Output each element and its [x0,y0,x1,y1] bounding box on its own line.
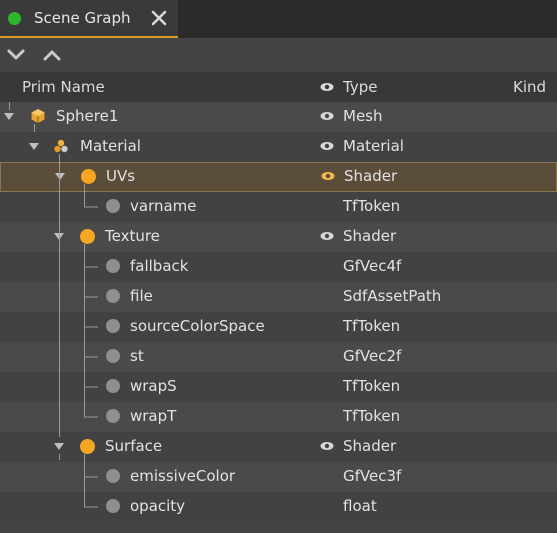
attribute-icon [106,499,120,513]
prim-type: TfToken [343,317,401,335]
column-kind[interactable]: Kind [513,78,546,96]
visibility-eye-icon[interactable] [320,141,334,151]
prim-name: file [130,287,153,305]
attribute-icon [106,379,120,393]
tab-scene-graph[interactable]: Scene Graph [0,0,178,38]
attribute-icon [106,349,120,363]
prim-type: float [343,497,377,515]
tree-row-fallback[interactable]: fallback GfVec4f [0,252,557,282]
chevron-down-icon[interactable] [6,46,26,64]
tree-row-texture[interactable]: Texture Shader [0,222,557,252]
prim-type: GfVec2f [343,347,402,365]
visibility-eye-icon[interactable] [320,231,334,241]
tree-row-material[interactable]: Material Material [0,132,557,162]
material-icon [54,139,68,153]
eye-icon [320,83,334,91]
prim-name: Sphere1 [56,107,119,125]
tree-row-surface[interactable]: Surface Shader [0,432,557,462]
prim-type: GfVec4f [343,257,402,275]
prim-name: emissiveColor [130,467,236,485]
prim-type: Shader [344,167,398,185]
attribute-icon [106,199,120,213]
toolbar [0,38,557,72]
prim-name: opacity [130,497,186,515]
tab-bar: Scene Graph [0,0,557,38]
tree-row-file[interactable]: file SdfAssetPath [0,282,557,312]
column-prim-name[interactable]: Prim Name [22,78,105,96]
tree-row-opacity[interactable]: opacity float [0,492,557,522]
tree-row-uvs[interactable]: UVs Shader [0,162,557,192]
prim-name: st [130,347,144,365]
prim-type: TfToken [343,377,401,395]
prim-type: Shader [343,227,397,245]
expand-arrow-icon[interactable] [55,173,65,180]
expand-arrow-icon[interactable] [4,113,14,120]
mesh-cube-icon [31,109,45,123]
prim-type: Material [343,137,404,155]
attribute-icon [106,259,120,273]
prim-type: SdfAssetPath [343,287,442,305]
tree-row-varname[interactable]: varname TfToken [0,192,557,222]
attribute-icon [106,319,120,333]
tree-row-wrapt[interactable]: wrapT TfToken [0,402,557,432]
tree-row-sphere1[interactable]: Sphere1 Mesh [0,102,557,132]
shader-icon [80,229,95,244]
attribute-icon [106,289,120,303]
chevron-up-icon[interactable] [42,46,62,64]
prim-name: UVs [106,167,136,185]
status-dot-icon [8,12,21,25]
shader-icon [80,439,95,454]
prim-name: wrapT [130,407,177,425]
prim-name: Material [80,137,141,155]
visibility-eye-icon[interactable] [321,171,335,181]
attribute-icon [106,409,120,423]
tree-row-sourcecolorspace[interactable]: sourceColorSpace TfToken [0,312,557,342]
prim-name: varname [130,197,197,215]
visibility-eye-icon[interactable] [320,441,334,451]
prim-name: sourceColorSpace [130,317,265,335]
prim-type: Shader [343,437,397,455]
tree-row-wraps[interactable]: wrapS TfToken [0,372,557,402]
close-icon[interactable] [150,9,168,27]
shader-icon [81,169,96,184]
expand-arrow-icon[interactable] [29,143,39,150]
column-type[interactable]: Type [343,78,377,96]
visibility-eye-icon[interactable] [320,111,334,121]
tree-row-st[interactable]: st GfVec2f [0,342,557,372]
prim-type: TfToken [343,197,401,215]
column-header: Prim Name Type Kind [0,72,557,102]
prim-type: TfToken [343,407,401,425]
prim-type: GfVec3f [343,467,402,485]
tab-title: Scene Graph [34,9,131,27]
attribute-icon [106,469,120,483]
expand-arrow-icon[interactable] [54,233,64,240]
prim-name: Surface [105,437,163,455]
prim-name: Texture [105,227,160,245]
prim-name: fallback [130,257,189,275]
prim-name: wrapS [130,377,177,395]
expand-arrow-icon[interactable] [54,443,64,450]
prim-type: Mesh [343,107,383,125]
tree-row-emissivecolor[interactable]: emissiveColor GfVec3f [0,462,557,492]
